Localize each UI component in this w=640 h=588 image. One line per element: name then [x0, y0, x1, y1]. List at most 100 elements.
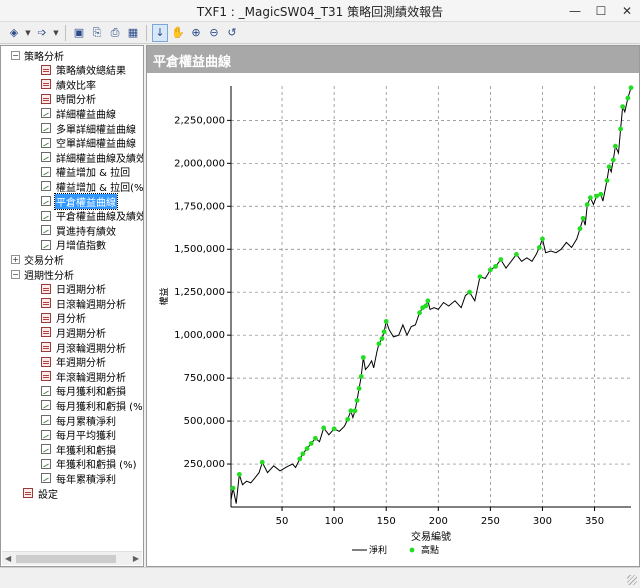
tree-item-label: 每月獲利和虧損 (%)	[56, 401, 144, 413]
collapse-icon[interactable]: −	[11, 50, 20, 60]
tree-item[interactable]: 日週期分析	[41, 282, 107, 296]
scroll-left-icon[interactable]: ◀	[5, 554, 11, 563]
tree-item[interactable]: 詳細權益曲線	[41, 106, 117, 121]
analysis-tree[interactable]: ◀ ▶ − 策略分析 策略績效總結果 績效比率時間分析詳細權益曲線 多單詳細權益曲線 空單…	[0, 45, 144, 567]
maximize-button[interactable]: ☐	[588, 0, 614, 22]
copy-button[interactable]: ⎘	[89, 24, 105, 42]
high-point-marker	[536, 245, 542, 250]
y-tick-label: 2,000,000	[174, 158, 225, 169]
tree-item-label: 每月獲利和虧損	[56, 387, 126, 399]
scroll-right-icon[interactable]: ▶	[133, 554, 139, 563]
tree-item[interactable]: 每月獲利和虧損 (%)	[41, 398, 144, 413]
tree-item[interactable]: 每月獲利和虧損	[41, 384, 127, 398]
y-tick-label: 250,000	[184, 459, 225, 470]
tree-item-label: 交易分析	[24, 255, 64, 267]
high-point-marker	[352, 408, 358, 414]
chart-report-icon	[41, 108, 51, 119]
high-point-marker	[493, 264, 498, 269]
x-tick-label: 250	[481, 516, 500, 527]
scroll-thumb[interactable]	[16, 555, 116, 563]
tree-item[interactable]: 月週期分析	[41, 325, 107, 340]
tree-item-label: 年獲利和虧損	[56, 445, 116, 457]
tree-item[interactable]: − 策略分析	[11, 48, 65, 63]
tree-item[interactable]: 月增值指數	[41, 238, 107, 252]
save-button[interactable]: ▣	[71, 24, 87, 42]
high-point-marker	[498, 257, 504, 262]
x-tick-label: 200	[429, 516, 448, 527]
tree-item[interactable]: 每月平均獲利	[41, 428, 117, 442]
grid-report-icon	[23, 488, 33, 498]
tree-item-label: 週期性分析	[24, 270, 74, 282]
zoom-in-button[interactable]: ⊕	[188, 24, 204, 42]
tree-item[interactable]: 時間分析	[41, 92, 97, 106]
tree-item[interactable]: 平倉權益曲線及績效	[41, 209, 143, 223]
tree-item[interactable]: + 交易分析	[11, 252, 65, 267]
equity-chart[interactable]: 250,000 500,000 750,000 1,000,000 1,250,000 1…	[147, 73, 639, 566]
tree-item-label: 買進持有績效	[56, 226, 116, 238]
pan-tool-button[interactable]: ✋	[170, 24, 186, 42]
tree-item[interactable]: 詳細權益曲線及績效	[41, 150, 143, 165]
tree-item[interactable]: 日滾輪週期分析	[41, 296, 127, 311]
high-point-marker	[584, 202, 590, 207]
tree-item[interactable]: 空單詳細權益曲線	[41, 136, 137, 150]
net-profit-series-line	[230, 87, 632, 504]
back-button[interactable]: ◈	[6, 24, 22, 42]
tree-item[interactable]: − 週期性分析	[11, 267, 75, 282]
pointer-tool-button[interactable]: ↓	[152, 23, 168, 42]
tree-item[interactable]: 每年累積淨利	[41, 471, 117, 486]
zoom-out-button[interactable]: ⊖	[206, 24, 222, 42]
high-point-marker	[612, 143, 618, 149]
tree-item-label: 每年累積淨利	[56, 474, 116, 486]
high-point-marker	[354, 398, 360, 403]
resize-grip-icon[interactable]	[627, 575, 637, 585]
tree-item[interactable]: 年週期分析	[41, 355, 107, 369]
chart-report-icon	[41, 181, 51, 192]
collapse-icon[interactable]: −	[11, 269, 20, 279]
table-button[interactable]: ▦	[125, 24, 141, 42]
high-point-marker	[580, 215, 586, 221]
chart-report-icon	[41, 239, 51, 250]
tree-item[interactable]: 月滾輪週期分析	[41, 340, 127, 355]
tree-item[interactable]: 月分析	[41, 311, 87, 325]
tree-item[interactable]: 平倉權益曲線	[41, 192, 118, 210]
tree-horizontal-scrollbar[interactable]: ◀ ▶	[2, 551, 142, 565]
tree-item-label: 詳細權益曲線	[56, 109, 116, 121]
chart-report-icon	[41, 415, 51, 425]
tree-item[interactable]: 績效比率	[41, 77, 97, 92]
dropdown-arrow-icon[interactable]: ▼	[52, 24, 60, 42]
tree-item-label: 月增值指數	[56, 241, 106, 253]
high-point-marker	[477, 274, 483, 280]
tree-item[interactable]: 策略績效總結果	[41, 63, 127, 77]
high-point-marker	[417, 310, 422, 316]
tree-item[interactable]: 權益增加 & 拉回(%)	[41, 179, 143, 194]
high-point-marker	[358, 374, 364, 379]
legend-label: 高點	[421, 544, 439, 556]
dropdown-arrow-icon[interactable]: ▼	[24, 24, 32, 42]
print-button[interactable]: ⎙	[107, 24, 123, 42]
tree-item-label: 每月平均獲利	[56, 431, 116, 443]
tree-item[interactable]: 買進持有績效	[41, 223, 117, 238]
tree-item-label: 每月累積淨利	[56, 416, 116, 428]
close-button[interactable]: ✕	[614, 0, 640, 22]
tree-item-label: 時間分析	[56, 95, 96, 107]
expand-icon[interactable]: +	[11, 254, 20, 264]
tree-item[interactable]: 設定	[11, 486, 59, 501]
tree-item[interactable]: 權益增加 & 拉回	[41, 165, 131, 179]
tree-item[interactable]: 每月累積淨利	[41, 413, 117, 428]
chart-report-icon	[41, 385, 51, 396]
tree-item-label: 平倉權益曲線	[54, 192, 118, 210]
tree-item-label: 日週期分析	[56, 285, 106, 297]
minimize-button[interactable]: —	[562, 0, 588, 22]
report-panel: 平倉權益曲線 250,000 500,000 750,000 1,000,000 1,2…	[146, 45, 640, 567]
grid-report-icon	[41, 79, 51, 90]
tree-item-label: 年滾輪週期分析	[56, 372, 126, 384]
high-point-marker	[628, 85, 634, 91]
reset-button[interactable]: ↺	[224, 24, 240, 42]
tree-item[interactable]: 年滾輪週期分析	[41, 369, 127, 384]
forward-button[interactable]: ➩	[34, 24, 50, 42]
x-tick-label: 300	[533, 516, 552, 527]
tree-item[interactable]: 多單詳細權益曲線	[41, 121, 137, 136]
tree-item[interactable]: 年獲利和虧損	[41, 442, 117, 457]
high-point-marker	[321, 425, 327, 431]
tree-item[interactable]: 年獲利和虧損 (%)	[41, 457, 137, 471]
